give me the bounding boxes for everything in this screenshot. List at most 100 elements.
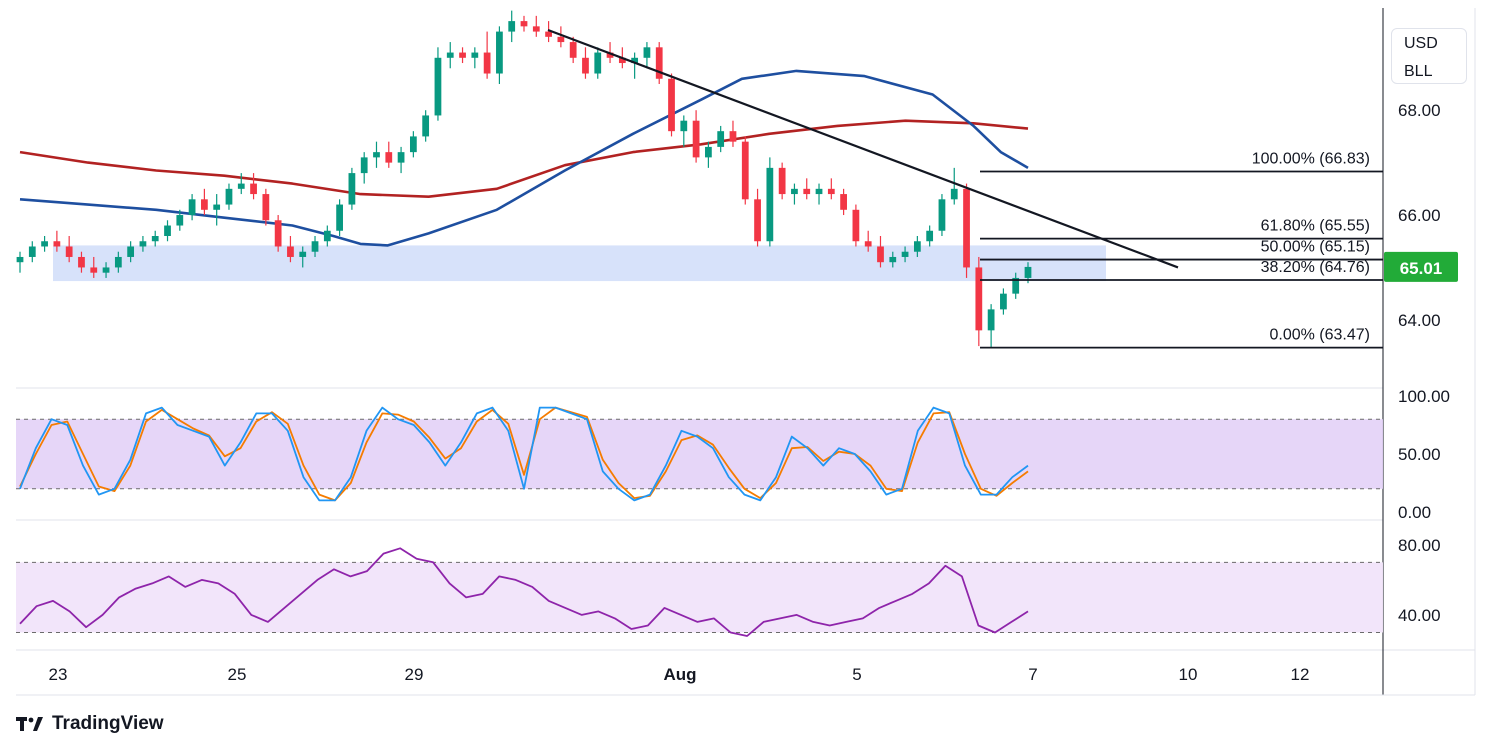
fib-level-label: 0.00% (63.47) bbox=[1269, 327, 1370, 344]
candle-body bbox=[102, 267, 110, 273]
candle bbox=[188, 194, 196, 221]
brand[interactable]: TradingView bbox=[16, 712, 164, 736]
candle bbox=[164, 220, 171, 242]
candle-body bbox=[459, 52, 466, 58]
candle-body bbox=[557, 36, 565, 43]
candle-body bbox=[409, 136, 417, 153]
stoch-band bbox=[16, 419, 1383, 489]
candle-body bbox=[926, 230, 934, 242]
time-tick-label: 5 bbox=[852, 665, 861, 684]
candle-body bbox=[766, 167, 774, 242]
candle bbox=[446, 42, 454, 69]
candle-body bbox=[815, 188, 823, 195]
candle-body bbox=[348, 173, 356, 205]
candle-body bbox=[483, 52, 491, 74]
candle-body bbox=[164, 225, 171, 236]
candle-body bbox=[569, 42, 577, 58]
candle bbox=[766, 157, 774, 247]
candle bbox=[16, 251, 24, 273]
support-zone bbox=[53, 245, 1106, 282]
currency-line-2: BLL bbox=[1404, 63, 1433, 80]
candle-body bbox=[680, 120, 688, 132]
candle bbox=[373, 141, 380, 168]
current-price-text: 65.01 bbox=[1400, 259, 1443, 278]
candle bbox=[791, 183, 798, 205]
candle-body bbox=[840, 194, 847, 210]
candle bbox=[385, 141, 393, 168]
candle-body bbox=[471, 52, 479, 58]
candle-body bbox=[139, 241, 147, 247]
time-tick-label: 7 bbox=[1028, 665, 1037, 684]
currency-badge[interactable]: USD BLL bbox=[1391, 28, 1467, 84]
candle-body bbox=[594, 52, 602, 74]
candle bbox=[151, 230, 159, 247]
candle bbox=[717, 125, 725, 153]
fib-level-label: 100.00% (66.83) bbox=[1252, 151, 1370, 168]
price-axis-ticks: 68.00 66.00 64.00 bbox=[1398, 101, 1441, 330]
candle bbox=[975, 256, 983, 347]
candle-body bbox=[127, 246, 135, 257]
fib-level-label: 50.00% (65.15) bbox=[1261, 239, 1370, 256]
candle bbox=[705, 141, 712, 168]
candle-body bbox=[545, 31, 552, 37]
price-tick-label: 68.00 bbox=[1398, 101, 1441, 120]
candle bbox=[938, 194, 946, 236]
rsi-tick-label: 80.00 bbox=[1398, 536, 1441, 555]
candle-body bbox=[434, 57, 442, 116]
candle bbox=[409, 131, 417, 158]
candle-body bbox=[987, 309, 995, 331]
time-tick-label: 23 bbox=[49, 665, 68, 684]
candle bbox=[508, 10, 516, 43]
candle-body bbox=[717, 131, 725, 147]
candle-body bbox=[299, 251, 307, 257]
candle bbox=[213, 194, 221, 226]
candle-body bbox=[877, 246, 884, 263]
candle-body bbox=[151, 236, 159, 242]
candle-body bbox=[889, 256, 897, 263]
candle bbox=[815, 183, 823, 205]
candle bbox=[422, 110, 430, 142]
candle-body bbox=[975, 267, 983, 331]
candle-body bbox=[1024, 266, 1032, 278]
candle bbox=[483, 31, 491, 79]
candle-body bbox=[446, 52, 454, 58]
candle-body bbox=[950, 188, 958, 200]
support-zone-rect bbox=[53, 245, 1106, 282]
candle bbox=[987, 304, 995, 348]
candle-body bbox=[827, 188, 835, 195]
candle-body bbox=[803, 188, 811, 195]
candle bbox=[803, 178, 811, 200]
trading-chart[interactable]: 100.00% (66.83) 61.80% (65.55) 50.00% (65.… bbox=[0, 0, 1491, 710]
candle-body bbox=[237, 183, 245, 189]
candle bbox=[926, 225, 934, 247]
candle-body bbox=[741, 141, 749, 200]
candle bbox=[434, 47, 442, 121]
candle bbox=[250, 173, 257, 200]
trendline[interactable] bbox=[547, 28, 1179, 269]
candle bbox=[582, 47, 589, 79]
candle-body bbox=[250, 183, 257, 195]
candle bbox=[1000, 288, 1007, 315]
candle-body bbox=[78, 256, 85, 268]
candle bbox=[680, 115, 688, 147]
candle-body bbox=[262, 194, 270, 221]
candle-body bbox=[360, 157, 368, 174]
candle-body bbox=[225, 188, 233, 205]
candle-body bbox=[963, 188, 970, 268]
candle-body bbox=[53, 241, 61, 247]
ma-slow-path bbox=[19, 119, 1029, 198]
candle-body bbox=[336, 204, 343, 231]
tradingview-logo-icon bbox=[16, 717, 43, 731]
candle-body bbox=[643, 47, 651, 58]
candle-body bbox=[705, 146, 712, 158]
candle-body bbox=[532, 26, 540, 32]
candle bbox=[262, 188, 270, 226]
candle bbox=[643, 42, 651, 69]
candle bbox=[852, 204, 860, 247]
candle-body bbox=[729, 131, 737, 142]
brand-name: TradingView bbox=[52, 713, 164, 734]
candle-body bbox=[1000, 293, 1007, 310]
candle bbox=[668, 73, 675, 137]
candle bbox=[827, 178, 835, 200]
candle-body bbox=[323, 230, 331, 242]
